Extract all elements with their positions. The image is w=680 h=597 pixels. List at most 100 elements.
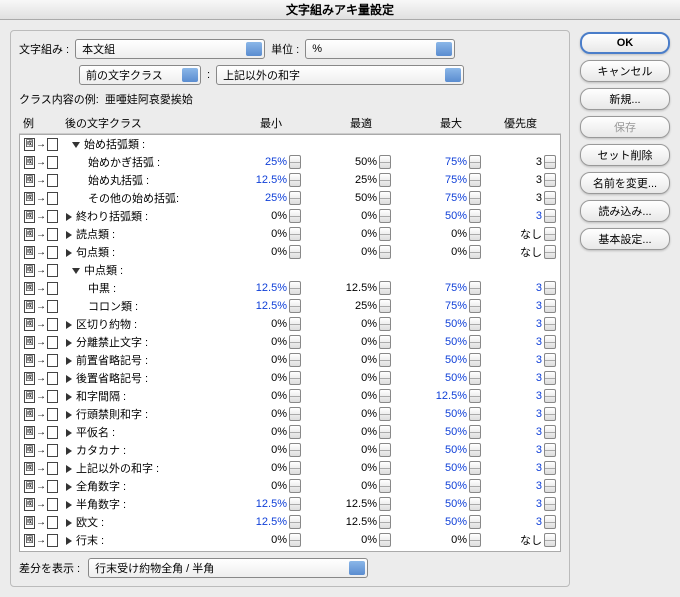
stepper[interactable] [469, 209, 481, 223]
stepper[interactable] [289, 335, 301, 349]
stepper[interactable] [469, 551, 481, 552]
stepper[interactable] [289, 407, 301, 421]
basic-settings-button[interactable]: 基本設定... [580, 228, 670, 250]
diff-select[interactable]: 行末受け約物全角 / 半角 [88, 558, 368, 578]
stepper[interactable] [379, 515, 391, 529]
stepper[interactable] [469, 407, 481, 421]
stepper[interactable] [544, 389, 556, 403]
stepper[interactable] [289, 497, 301, 511]
stepper[interactable] [469, 533, 481, 547]
stepper[interactable] [379, 227, 391, 241]
stepper[interactable] [289, 479, 301, 493]
stepper[interactable] [469, 173, 481, 187]
stepper[interactable] [469, 497, 481, 511]
stepper[interactable] [469, 335, 481, 349]
stepper[interactable] [544, 515, 556, 529]
disclosure-icon[interactable] [66, 393, 72, 401]
stepper[interactable] [289, 317, 301, 331]
stepper[interactable] [289, 551, 301, 552]
stepper[interactable] [379, 209, 391, 223]
disclosure-icon[interactable] [66, 375, 72, 383]
stepper[interactable] [469, 443, 481, 457]
stepper[interactable] [469, 155, 481, 169]
disclosure-icon[interactable] [66, 213, 72, 221]
disclosure-icon[interactable] [72, 268, 80, 274]
disclosure-icon[interactable] [66, 519, 72, 527]
disclosure-icon[interactable] [66, 501, 72, 509]
stepper[interactable] [289, 173, 301, 187]
stepper[interactable] [289, 443, 301, 457]
stepper[interactable] [379, 389, 391, 403]
stepper[interactable] [544, 443, 556, 457]
stepper[interactable] [544, 335, 556, 349]
stepper[interactable] [379, 191, 391, 205]
disclosure-icon[interactable] [66, 447, 72, 455]
stepper[interactable] [379, 371, 391, 385]
stepper[interactable] [469, 299, 481, 313]
stepper[interactable] [379, 353, 391, 367]
stepper[interactable] [289, 461, 301, 475]
stepper[interactable] [544, 425, 556, 439]
class1-select[interactable]: 前の文字クラス [79, 65, 201, 85]
disclosure-icon[interactable] [66, 465, 72, 473]
disclosure-icon[interactable] [66, 411, 72, 419]
stepper[interactable] [379, 281, 391, 295]
stepper[interactable] [544, 479, 556, 493]
stepper[interactable] [289, 389, 301, 403]
stepper[interactable] [289, 299, 301, 313]
disclosure-icon[interactable] [66, 231, 72, 239]
import-button[interactable]: 読み込み... [580, 200, 670, 222]
disclosure-icon[interactable] [66, 357, 72, 365]
disclosure-icon[interactable] [66, 483, 72, 491]
new-button[interactable]: 新規... [580, 88, 670, 110]
cancel-button[interactable]: キャンセル [580, 60, 670, 82]
disclosure-icon[interactable] [66, 537, 72, 545]
stepper[interactable] [379, 317, 391, 331]
stepper[interactable] [469, 353, 481, 367]
stepper[interactable] [469, 389, 481, 403]
stepper[interactable] [289, 227, 301, 241]
stepper[interactable] [379, 497, 391, 511]
stepper[interactable] [289, 155, 301, 169]
stepper[interactable] [544, 533, 556, 547]
class2-select[interactable]: 上記以外の和字 [216, 65, 464, 85]
stepper[interactable] [544, 155, 556, 169]
stepper[interactable] [544, 317, 556, 331]
stepper[interactable] [289, 515, 301, 529]
stepper[interactable] [544, 353, 556, 367]
stepper[interactable] [289, 191, 301, 205]
stepper[interactable] [379, 299, 391, 313]
table-body[interactable]: 國→ 始め括弧類 :國→ 始めかぎ括弧 :25%50%75%3國→ 始め丸括弧 … [19, 134, 561, 552]
ok-button[interactable]: OK [580, 32, 670, 54]
stepper[interactable] [289, 533, 301, 547]
stepper[interactable] [379, 479, 391, 493]
stepper[interactable] [379, 335, 391, 349]
stepper[interactable] [289, 281, 301, 295]
stepper[interactable] [544, 461, 556, 475]
stepper[interactable] [544, 245, 556, 259]
disclosure-icon[interactable] [66, 339, 72, 347]
stepper[interactable] [544, 299, 556, 313]
stepper[interactable] [469, 479, 481, 493]
disclosure-icon[interactable] [66, 321, 72, 329]
mojikumi-select[interactable]: 本文組 [75, 39, 265, 59]
stepper[interactable] [469, 317, 481, 331]
disclosure-icon[interactable] [66, 429, 72, 437]
stepper[interactable] [544, 191, 556, 205]
stepper[interactable] [379, 407, 391, 421]
disclosure-icon[interactable] [72, 142, 80, 148]
save-button[interactable]: 保存 [580, 116, 670, 138]
stepper[interactable] [289, 371, 301, 385]
stepper[interactable] [469, 191, 481, 205]
stepper[interactable] [379, 155, 391, 169]
stepper[interactable] [469, 515, 481, 529]
stepper[interactable] [379, 443, 391, 457]
stepper[interactable] [544, 551, 556, 552]
unit-select[interactable]: % [305, 39, 455, 59]
stepper[interactable] [544, 281, 556, 295]
stepper[interactable] [379, 551, 391, 552]
stepper[interactable] [379, 245, 391, 259]
stepper[interactable] [469, 245, 481, 259]
stepper[interactable] [379, 173, 391, 187]
stepper[interactable] [379, 461, 391, 475]
